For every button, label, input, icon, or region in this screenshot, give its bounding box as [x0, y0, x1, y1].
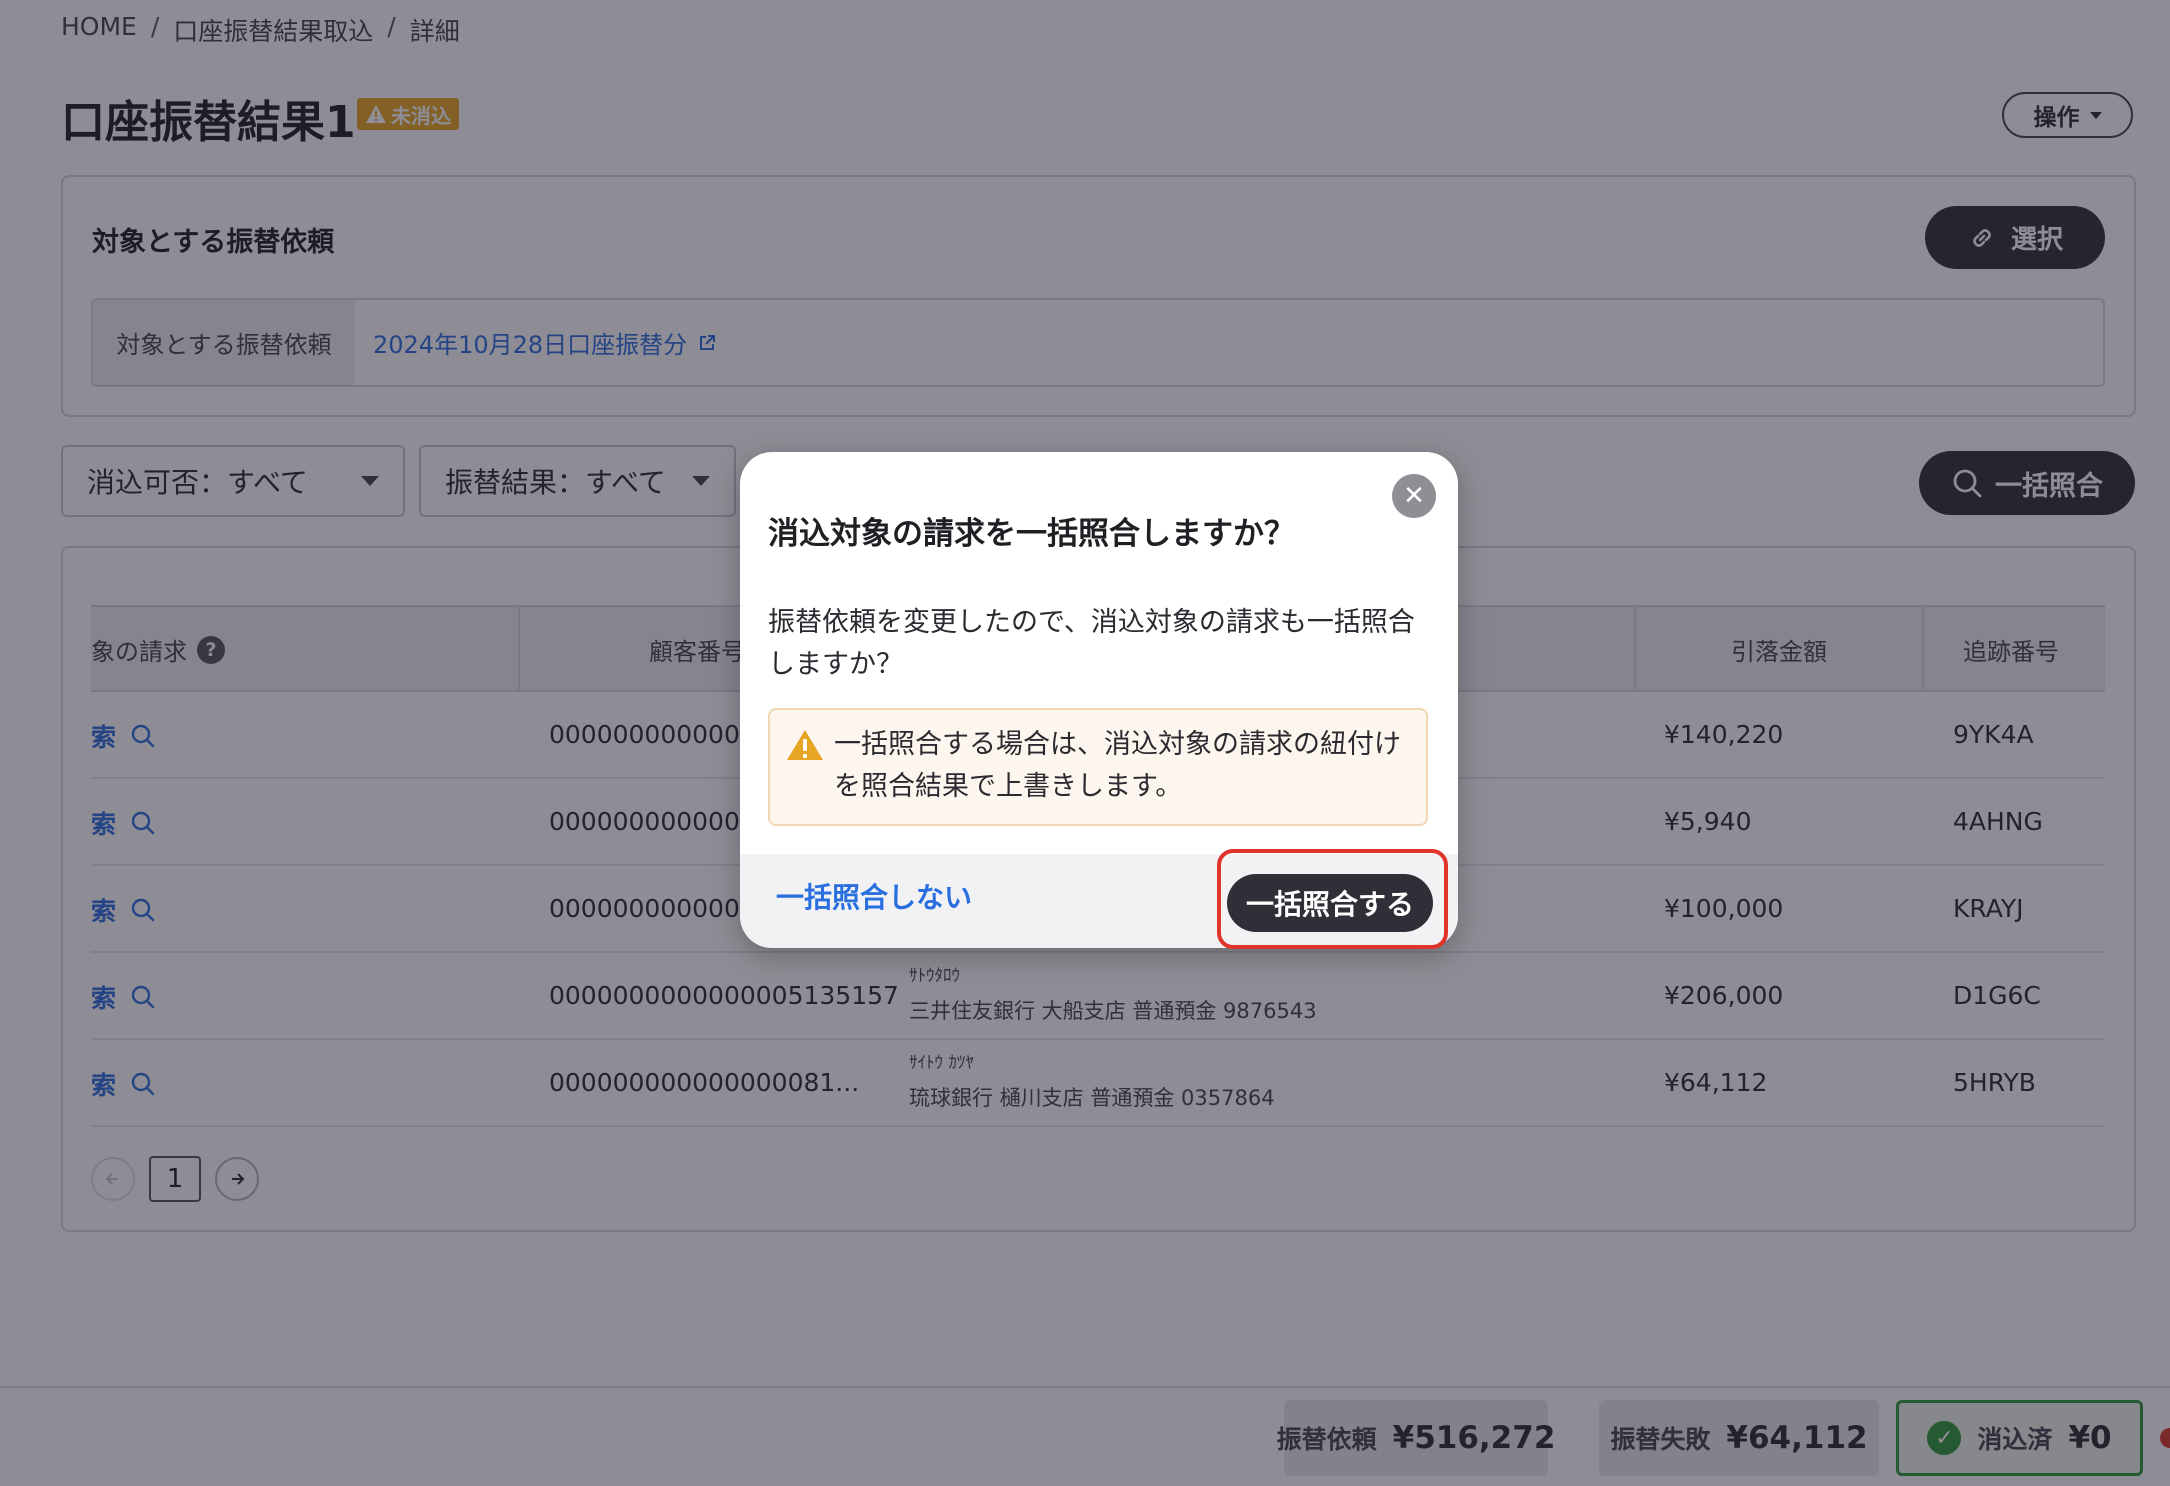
highlight-frame	[1217, 849, 1448, 949]
page: HOME / 口座振替結果取込 / 詳細 口座振替結果1 未消込 操作 対象とす…	[0, 0, 2170, 1486]
warning-icon	[787, 730, 823, 760]
close-icon[interactable]: ✕	[1392, 474, 1436, 518]
dialog-title: 消込対象の請求を一括照合しますか？	[768, 516, 1295, 552]
dialog-warning: 一括照合する場合は、消込対象の請求の紐付けを照合結果で上書きします。	[768, 708, 1428, 826]
skip-bulk-match-button[interactable]: 一括照合しない	[776, 876, 972, 916]
dialog-warning-text: 一括照合する場合は、消込対象の請求の紐付けを照合結果で上書きします。	[834, 729, 1401, 802]
dialog-message: 振替依頼を変更したので、消込対象の請求も一括照合しますか？	[768, 607, 1415, 680]
